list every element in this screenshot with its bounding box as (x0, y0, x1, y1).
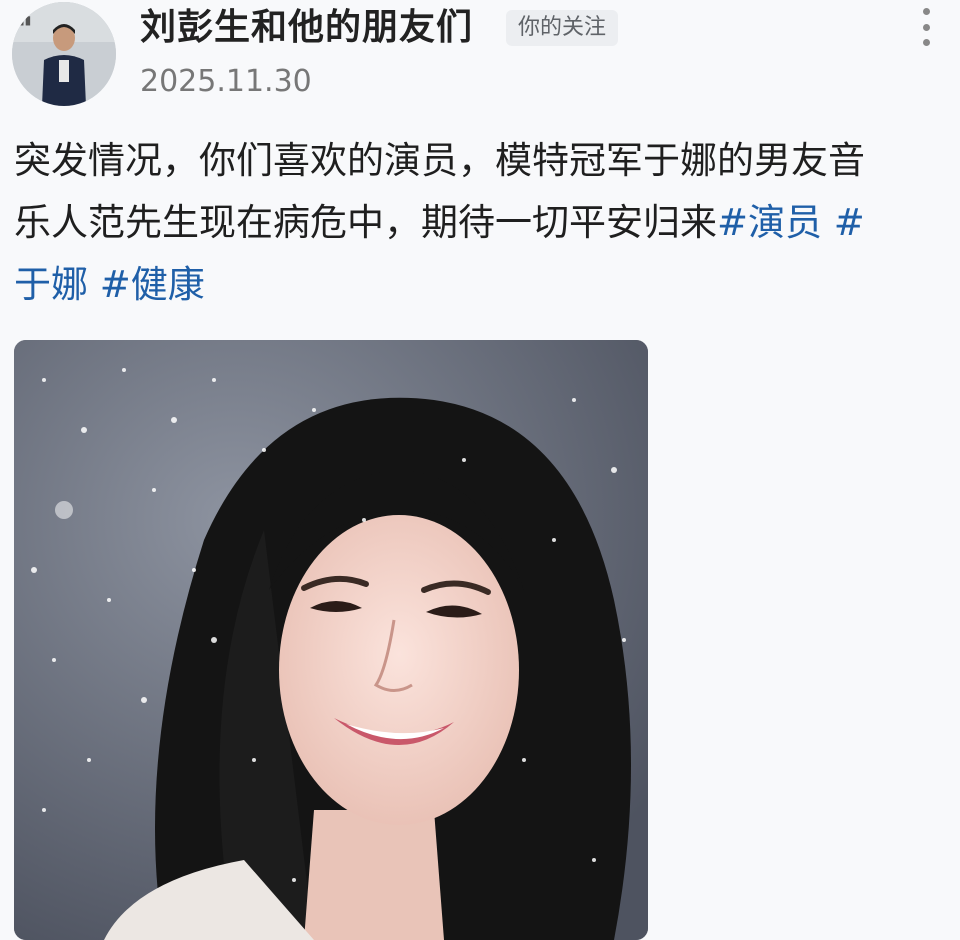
post-text-segment: 乐人范先生现在病危中，期待一切平安归来 (14, 201, 717, 244)
hashtag-actor[interactable]: #演员 (717, 201, 822, 244)
author-name[interactable]: 刘彭生和他的朋友们 (140, 4, 473, 52)
more-options-button[interactable] (912, 8, 940, 46)
avatar-photo: ▮▮ (12, 2, 116, 106)
portrait-photo (14, 340, 648, 940)
more-vertical-icon (922, 8, 930, 15)
hashtag-yuna[interactable]: 于娜 (14, 263, 88, 306)
post-image[interactable] (14, 340, 648, 940)
post-text-line: 乐人范先生现在病危中，期待一切平安归来#演员 # (14, 192, 934, 254)
post-text-line: 于娜 #健康 (14, 254, 934, 316)
post-date: 2025.11.30 (140, 64, 312, 99)
post-header: ▮▮ 刘彭生和他的朋友们 你的关注 2025.11.30 (0, 0, 960, 110)
hashtag-yuna-start[interactable]: # (822, 201, 865, 244)
hashtag-health[interactable]: #健康 (88, 263, 205, 306)
author-avatar[interactable]: ▮▮ (12, 2, 116, 106)
follow-status-badge: 你的关注 (506, 10, 619, 46)
post-text-segment: 突发情况，你们喜欢的演员，模特冠军于娜的男友音 (14, 139, 865, 182)
post-text-line: 突发情况，你们喜欢的演员，模特冠军于娜的男友音 (14, 130, 934, 192)
post-text: 突发情况，你们喜欢的演员，模特冠军于娜的男友音 乐人范先生现在病危中，期待一切平… (14, 130, 934, 316)
svg-text:▮▮: ▮▮ (18, 13, 31, 27)
